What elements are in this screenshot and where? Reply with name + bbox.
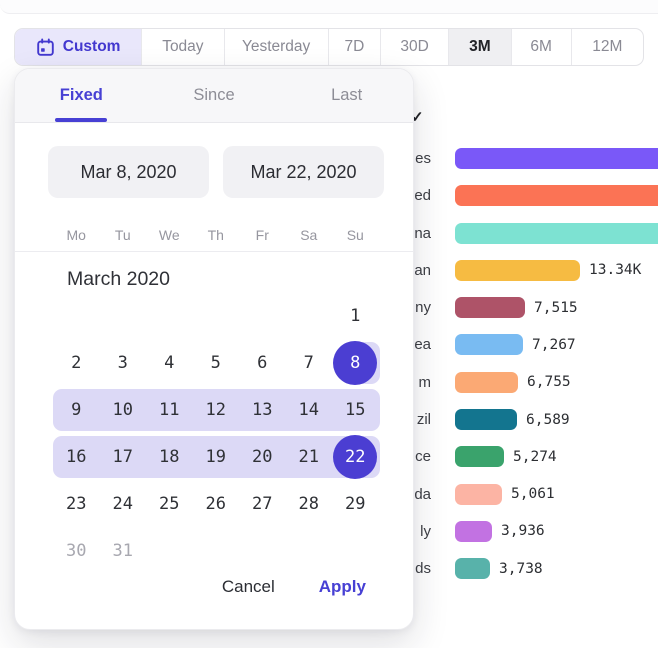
chart-row-value: 3,738 bbox=[499, 561, 543, 577]
calendar-day[interactable]: 1 bbox=[332, 292, 379, 339]
chart-bar[interactable] bbox=[455, 185, 658, 206]
calendar-day[interactable]: 23 bbox=[53, 480, 100, 527]
calendar-day[interactable]: 28 bbox=[286, 480, 333, 527]
calendar-day[interactable]: 15 bbox=[332, 386, 379, 433]
toolbar-item-6m[interactable]: 6M bbox=[511, 29, 571, 65]
calendar-day[interactable]: 17 bbox=[100, 433, 147, 480]
calendar-day[interactable]: 21 bbox=[286, 433, 333, 480]
calendar-day[interactable]: 7 bbox=[286, 339, 333, 386]
chart-row-value: 13.34K bbox=[589, 262, 641, 278]
date-range-toolbar: Custom Today Yesterday 7D 30D 3M 6M 12M bbox=[14, 28, 644, 66]
calendar-day[interactable]: 6 bbox=[239, 339, 286, 386]
toolbar-item-12m[interactable]: 12M bbox=[571, 29, 643, 65]
chart-row-value: 6,755 bbox=[527, 374, 571, 390]
calendar-day[interactable]: 4 bbox=[146, 339, 193, 386]
calendar-grid: 1 2 3 4 5 6 7 8 9 10 11 12 bbox=[53, 292, 379, 574]
toolbar-item-custom[interactable]: Custom bbox=[15, 29, 141, 65]
toolbar-item-7d[interactable]: 7D bbox=[328, 29, 380, 65]
calendar-day[interactable]: 26 bbox=[193, 480, 240, 527]
month-title: March 2020 bbox=[67, 268, 170, 291]
calendar-day[interactable]: 22 bbox=[333, 435, 377, 479]
toolbar-item-label: Custom bbox=[63, 38, 121, 56]
calendar-day[interactable]: 3 bbox=[100, 339, 147, 386]
calendar-day[interactable]: 18 bbox=[146, 433, 193, 480]
chart-row-value: 3,936 bbox=[501, 523, 545, 539]
chart-bar[interactable] bbox=[455, 558, 490, 579]
start-date-input[interactable]: Mar 8, 2020 bbox=[48, 146, 209, 198]
calendar-day[interactable]: 19 bbox=[193, 433, 240, 480]
calendar-day[interactable]: 29 bbox=[332, 480, 379, 527]
calendar-day[interactable]: 10 bbox=[100, 386, 147, 433]
calendar-day[interactable]: 20 bbox=[239, 433, 286, 480]
chart-bar[interactable] bbox=[455, 521, 492, 542]
chart-bar[interactable] bbox=[455, 372, 518, 393]
toolbar-item-30d[interactable]: 30D bbox=[380, 29, 448, 65]
calendar-day[interactable]: 14 bbox=[286, 386, 333, 433]
calendar-day[interactable]: 2 bbox=[53, 339, 100, 386]
calendar-day[interactable]: 25 bbox=[146, 480, 193, 527]
chart-bar[interactable] bbox=[455, 260, 580, 281]
chart-bar[interactable] bbox=[455, 484, 502, 505]
toolbar-item-yesterday[interactable]: Yesterday bbox=[224, 29, 328, 65]
chart-bar[interactable] bbox=[455, 297, 525, 318]
calendar-icon bbox=[36, 38, 55, 57]
calendar-day[interactable]: 13 bbox=[239, 386, 286, 433]
calendar-day[interactable]: 16 bbox=[53, 433, 100, 480]
chart-bar[interactable] bbox=[455, 223, 658, 244]
top-card-edge bbox=[0, 0, 658, 14]
tab-fixed[interactable]: Fixed bbox=[15, 69, 148, 122]
chart-bar[interactable] bbox=[455, 148, 658, 169]
date-picker-tabs: Fixed Since Last bbox=[15, 69, 413, 123]
tab-last[interactable]: Last bbox=[280, 69, 413, 122]
page: Custom Today Yesterday 7D 30D 3M 6M 12M … bbox=[0, 0, 658, 648]
calendar-day[interactable]: 27 bbox=[239, 480, 286, 527]
chart-bar[interactable] bbox=[455, 334, 523, 355]
chart-row-value: 5,061 bbox=[511, 486, 555, 502]
toolbar-item-today[interactable]: Today bbox=[141, 29, 223, 65]
chart-row-value: 5,274 bbox=[513, 449, 557, 465]
calendar-day[interactable]: 12 bbox=[193, 386, 240, 433]
toolbar-item-3m[interactable]: 3M bbox=[448, 29, 510, 65]
date-picker-popup: Fixed Since Last Mar 8, 2020 Mar 22, 202… bbox=[14, 68, 414, 630]
tab-since[interactable]: Since bbox=[148, 69, 281, 122]
chart-row-value: 7,267 bbox=[532, 337, 576, 353]
popup-footer: Cancel Apply bbox=[15, 577, 413, 597]
apply-button[interactable]: Apply bbox=[319, 577, 366, 597]
chart-bar[interactable] bbox=[455, 409, 517, 430]
calendar-day[interactable]: 24 bbox=[100, 480, 147, 527]
calendar-day[interactable]: 5 bbox=[193, 339, 240, 386]
weekday-header: Mo Tu We Th Fr Sa Su bbox=[15, 225, 413, 252]
calendar-day[interactable]: 9 bbox=[53, 386, 100, 433]
end-date-input[interactable]: Mar 22, 2020 bbox=[223, 146, 384, 198]
calendar-day[interactable]: 8 bbox=[333, 341, 377, 385]
active-tab-underline bbox=[55, 118, 107, 122]
chart-row-value: 7,515 bbox=[534, 300, 578, 316]
calendar-day: 30 bbox=[53, 527, 100, 574]
chart-row-value: 6,589 bbox=[526, 412, 570, 428]
calendar-day[interactable]: 11 bbox=[146, 386, 193, 433]
chart-bar[interactable] bbox=[455, 446, 504, 467]
cancel-button[interactable]: Cancel bbox=[222, 577, 275, 597]
calendar-day: 31 bbox=[100, 527, 147, 574]
